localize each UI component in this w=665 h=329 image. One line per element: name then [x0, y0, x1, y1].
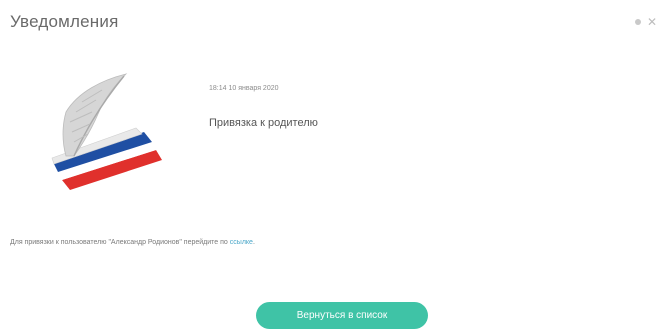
notification-body-end: .	[252, 239, 255, 246]
top-controls: ✕	[634, 16, 657, 28]
status-dot-icon	[634, 19, 641, 25]
notifications-panel: Уведомления ✕ 18:14 10 января 2020 Привя…	[0, 0, 665, 329]
quill-book-logo	[51, 73, 162, 190]
notification-body: Для привязки к пользователю "Александр Р…	[10, 239, 255, 246]
close-icon[interactable]: ✕	[647, 16, 657, 28]
back-to-list-button[interactable]: Вернуться в список	[256, 302, 428, 329]
notification-timestamp: 18:14 10 января 2020	[209, 85, 279, 92]
notification-subject: Привязка к родителю	[209, 117, 318, 129]
page-title: Уведомления	[10, 12, 119, 31]
notification-body-text: Для привязки к пользователю "Александр Р…	[10, 239, 230, 246]
notification-link[interactable]: ссылке	[230, 239, 253, 246]
